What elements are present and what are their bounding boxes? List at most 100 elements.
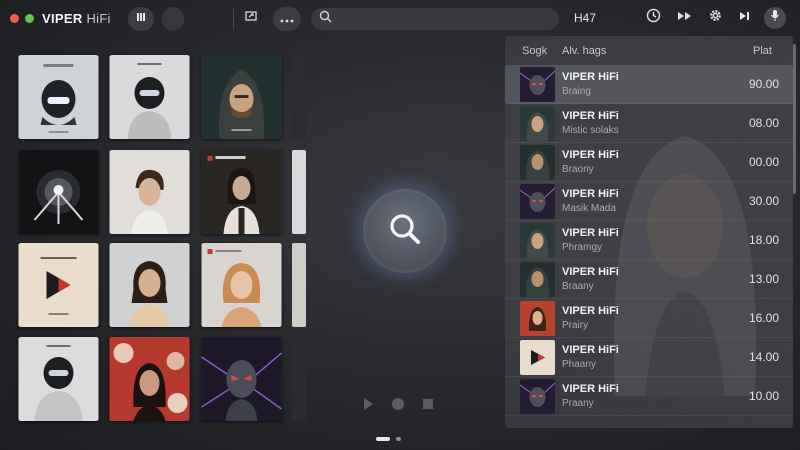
track-subtitle: Braany [562, 281, 594, 292]
track-subtitle: Phramgy [562, 242, 603, 253]
cast-button[interactable] [242, 9, 260, 27]
track-thumbnail [520, 222, 555, 258]
mic-icon [770, 9, 780, 27]
app-name: VIPER [42, 11, 83, 26]
page-dot-active[interactable] [376, 437, 390, 441]
search-icon [385, 209, 425, 254]
track-title: VIPER HiFi [562, 227, 619, 239]
track-title: VIPER HiFi [562, 383, 619, 395]
track-subtitle: Mistic solaks [562, 125, 619, 136]
settings-button[interactable] [706, 9, 724, 27]
track-thumbnail [520, 378, 555, 414]
title-bar: VIPER HiFi H47 [0, 0, 800, 36]
forward-icon [677, 9, 693, 27]
column-header-song[interactable]: Sogk [522, 45, 547, 57]
track-value: 10.00 [748, 389, 779, 403]
track-row[interactable]: VIPER HiFi Masik Mada 30.00 [505, 182, 793, 221]
search-bar[interactable] [311, 8, 559, 30]
track-subtitle: Masik Mada [562, 203, 616, 214]
album-art-hooded-man [201, 55, 282, 139]
album-art-helmet-person [109, 55, 190, 139]
album-tile[interactable] [109, 243, 190, 327]
album-tile[interactable] [18, 55, 99, 139]
track-thumbnail [520, 339, 555, 375]
record-icon [390, 396, 406, 412]
track-thumbnail [520, 183, 555, 219]
album-art-dark-orb [18, 150, 99, 234]
track-subtitle: Prairy [562, 320, 589, 331]
more-icon [280, 10, 294, 28]
pause-icon [135, 10, 147, 28]
app-name-suffix: HiFi [86, 11, 111, 26]
history-button[interactable] [644, 8, 662, 27]
album-tile[interactable] [18, 150, 99, 234]
track-title: VIPER HiFi [562, 344, 619, 356]
track-row[interactable]: VIPER HiFi Phaany 14.00 [505, 338, 793, 377]
skip-button[interactable] [735, 9, 753, 27]
column-header-album[interactable]: Alv. hags [562, 45, 606, 57]
list-scrollbar[interactable] [793, 44, 796, 194]
search-input[interactable] [338, 12, 538, 26]
track-value: 14.00 [748, 350, 779, 364]
track-subtitle: Braing [562, 86, 591, 97]
app-title: VIPER HiFi [42, 11, 111, 26]
album-tile[interactable] [109, 55, 190, 139]
toggle-button[interactable] [162, 7, 184, 31]
track-subtitle: Braony [562, 164, 594, 175]
track-title: VIPER HiFi [562, 188, 619, 200]
album-tile[interactable] [201, 55, 282, 139]
track-row[interactable]: VIPER HiFi Praany 10.00 [505, 377, 793, 416]
stop-icon [420, 396, 436, 412]
page-dot[interactable] [396, 437, 401, 441]
album-art-robot-neon [201, 337, 282, 421]
zoom-window-button[interactable] [25, 14, 34, 23]
page-indicator [376, 437, 401, 441]
pause-button[interactable] [128, 7, 154, 31]
more-button[interactable] [273, 7, 301, 31]
track-code-label: H47 [574, 11, 597, 25]
album-tile[interactable] [201, 337, 282, 421]
track-row[interactable]: VIPER HiFi Mistic solaks 08.00 [505, 104, 793, 143]
track-list-panel: Sogk Alv. hags Plat VIPER HiFi Braing 90.0… [505, 36, 793, 428]
track-value: 16.00 [748, 311, 779, 325]
album-tile-partial[interactable] [292, 55, 306, 139]
center-search-button[interactable] [363, 189, 447, 273]
album-art-blonde-woman [201, 243, 282, 327]
column-header-play[interactable]: Plat [753, 45, 772, 57]
track-title: VIPER HiFi [562, 266, 619, 278]
play-icon [360, 396, 376, 412]
track-value: 30.00 [748, 194, 779, 208]
album-art-boy-portrait [109, 150, 190, 234]
track-subtitle: Praany [562, 398, 594, 409]
toolbar-divider [233, 9, 234, 29]
track-row[interactable]: VIPER HiFi Braany 13.00 [505, 260, 793, 299]
close-window-button[interactable] [10, 14, 19, 23]
track-row[interactable]: VIPER HiFi Braing 90.00 [505, 65, 793, 104]
track-title: VIPER HiFi [562, 149, 619, 161]
album-art-helmet [18, 55, 99, 139]
track-row[interactable]: VIPER HiFi Phramgy 18.00 [505, 221, 793, 260]
track-thumbnail [520, 66, 555, 102]
album-tile-partial[interactable] [292, 337, 306, 421]
ghost-playback-controls [360, 396, 436, 412]
track-thumbnail [520, 300, 555, 336]
album-tile[interactable] [109, 150, 190, 234]
album-tile[interactable] [201, 243, 282, 327]
skip-icon [738, 9, 750, 27]
list-header: Sogk Alv. hags Plat [505, 36, 793, 64]
forward-button[interactable] [676, 9, 694, 27]
mic-button[interactable] [764, 7, 786, 29]
album-tile[interactable] [18, 337, 99, 421]
track-row[interactable]: VIPER HiFi Braony 00.00 [505, 143, 793, 182]
album-tile[interactable] [109, 337, 190, 421]
album-tile[interactable] [201, 150, 282, 234]
track-row[interactable]: VIPER HiFi Prairy 16.00 [505, 299, 793, 338]
track-title: VIPER HiFi [562, 305, 619, 317]
album-grid [0, 36, 310, 436]
search-icon [319, 10, 332, 28]
album-tile-partial[interactable] [292, 150, 306, 234]
album-tile[interactable] [18, 243, 99, 327]
gear-icon [708, 8, 723, 28]
album-art-dark-girl [201, 150, 282, 234]
album-tile-partial[interactable] [292, 243, 306, 327]
